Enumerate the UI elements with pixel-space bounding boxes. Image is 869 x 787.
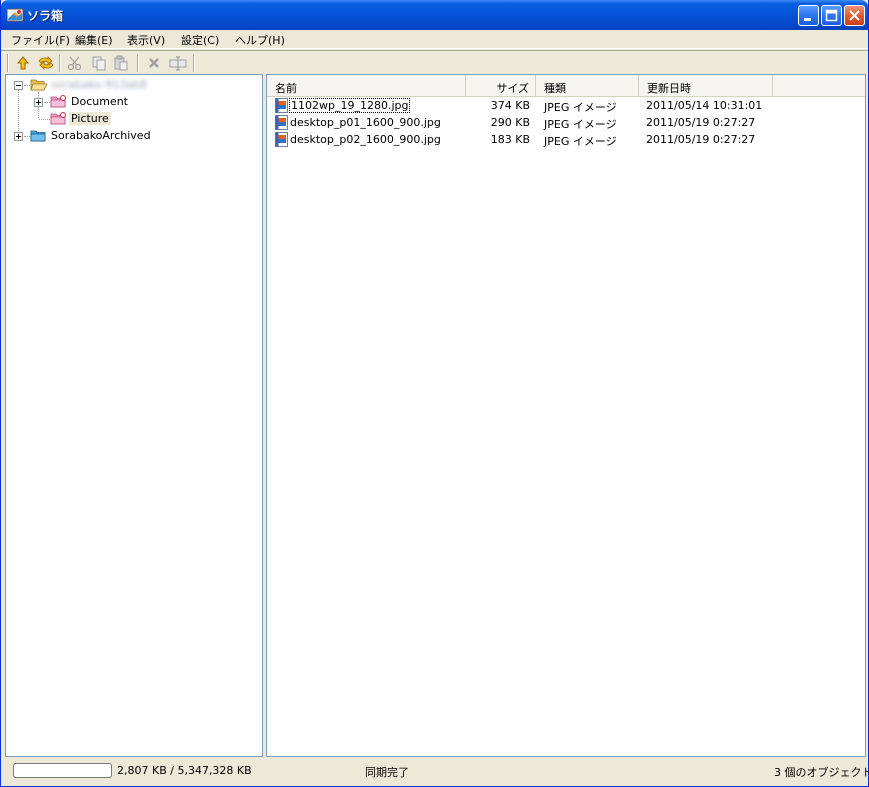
table-row[interactable]: desktop_p01_1600_900.jpg 290 KB JPEG イメー… bbox=[267, 114, 865, 131]
file-size: 290 KB bbox=[490, 116, 530, 129]
tree-connector bbox=[39, 119, 50, 120]
jpeg-file-icon bbox=[275, 132, 289, 147]
table-row[interactable]: 1102wp_19_1280.jpg 374 KB JPEG イメージ 2011… bbox=[267, 97, 865, 114]
open-folder-icon bbox=[30, 78, 48, 95]
toolbar-separator bbox=[137, 54, 139, 72]
rename-icon bbox=[169, 56, 187, 71]
transfer-progress-bar bbox=[13, 763, 112, 778]
paste-button[interactable] bbox=[111, 54, 131, 72]
close-icon bbox=[849, 10, 860, 21]
file-type: JPEG イメージ bbox=[544, 135, 617, 148]
tree-item-root[interactable]: sorabako-913ab8 bbox=[6, 77, 262, 93]
tree-picture-label: Picture bbox=[69, 112, 111, 125]
window-title: ソラ箱 bbox=[27, 9, 64, 23]
close-button[interactable] bbox=[844, 5, 865, 26]
app-window: ソラ箱 ファイル(F) 編集(E) 表示(V) 設定(C) ヘルプ(H) sor… bbox=[0, 0, 869, 787]
menu-help[interactable]: ヘルプ(H) bbox=[232, 32, 288, 48]
file-size: 183 KB bbox=[490, 133, 530, 146]
jpeg-file-icon bbox=[275, 115, 289, 130]
file-type: JPEG イメージ bbox=[544, 118, 617, 131]
cut-button[interactable] bbox=[65, 54, 85, 72]
folder-tree[interactable]: sorabako-913ab8 Document Picture Sorabak… bbox=[5, 74, 263, 757]
column-header-modified[interactable]: 更新日時 bbox=[639, 75, 773, 97]
up-folder-button[interactable] bbox=[13, 54, 33, 72]
object-count: 3 個のオブジェクト bbox=[774, 766, 869, 779]
shared-folder-icon bbox=[50, 112, 68, 129]
cut-icon bbox=[67, 56, 82, 71]
status-bar: 2,807 KB / 5,347,328 KB 同期完了 3 個のオブジェクト bbox=[1, 757, 869, 786]
menu-settings[interactable]: 設定(C) bbox=[178, 32, 222, 48]
toolbar bbox=[1, 50, 868, 74]
file-modified: 2011/05/19 0:27:27 bbox=[646, 116, 756, 129]
file-list[interactable]: 名前 サイズ 種類 更新日時 1102wp_19_1280.jpg 374 KB… bbox=[266, 74, 866, 757]
maximize-icon bbox=[825, 9, 838, 22]
file-name: desktop_p01_1600_900.jpg bbox=[290, 116, 441, 129]
storage-usage: 2,807 KB / 5,347,328 KB bbox=[117, 764, 252, 777]
tree-archived-label: SorabakoArchived bbox=[51, 129, 151, 142]
file-size: 374 KB bbox=[490, 99, 530, 112]
jpeg-file-icon bbox=[275, 98, 289, 113]
file-modified: 2011/05/19 0:27:27 bbox=[646, 133, 756, 146]
menu-view[interactable]: 表示(V) bbox=[124, 32, 168, 48]
file-name: desktop_p02_1600_900.jpg bbox=[290, 133, 441, 146]
file-modified: 2011/05/14 10:31:01 bbox=[646, 99, 763, 112]
app-logo-icon bbox=[6, 7, 24, 23]
sync-icon bbox=[38, 56, 54, 70]
column-header-name[interactable]: 名前 bbox=[267, 75, 466, 97]
toolbar-separator bbox=[59, 54, 61, 72]
tree-root-label: sorabako-913ab8 bbox=[51, 78, 148, 91]
column-header-size[interactable]: サイズ bbox=[466, 75, 536, 97]
shared-folder-icon bbox=[50, 95, 68, 112]
maximize-button[interactable] bbox=[821, 5, 842, 26]
minimize-icon bbox=[804, 18, 811, 21]
rename-button[interactable] bbox=[167, 54, 187, 72]
tree-document-label: Document bbox=[71, 95, 128, 108]
menu-bar: ファイル(F) 編集(E) 表示(V) 設定(C) ヘルプ(H) bbox=[1, 30, 868, 49]
column-header-type[interactable]: 種類 bbox=[536, 75, 639, 97]
toolbar-separator bbox=[193, 54, 195, 72]
file-type: JPEG イメージ bbox=[544, 101, 617, 114]
tree-item-picture[interactable]: Picture bbox=[6, 111, 262, 127]
sync-status: 同期完了 bbox=[365, 766, 409, 779]
file-name: 1102wp_19_1280.jpg bbox=[289, 98, 411, 113]
delete-button[interactable] bbox=[144, 54, 164, 72]
archive-folder-icon bbox=[30, 129, 48, 146]
table-row[interactable]: desktop_p02_1600_900.jpg 183 KB JPEG イメー… bbox=[267, 131, 865, 148]
copy-icon bbox=[92, 56, 106, 71]
up-arrow-icon bbox=[16, 56, 30, 70]
toolbar-grip bbox=[7, 54, 9, 72]
title-bar[interactable]: ソラ箱 bbox=[1, 0, 868, 30]
minimize-button[interactable] bbox=[798, 5, 819, 26]
list-header: 名前 サイズ 種類 更新日時 bbox=[267, 75, 865, 97]
tree-item-archived[interactable]: SorabakoArchived bbox=[6, 128, 262, 144]
menu-edit[interactable]: 編集(E) bbox=[72, 32, 116, 48]
tree-item-document[interactable]: Document bbox=[6, 94, 262, 110]
menu-file[interactable]: ファイル(F) bbox=[8, 32, 73, 48]
copy-button[interactable] bbox=[89, 54, 109, 72]
paste-icon bbox=[114, 55, 128, 71]
expand-toggle[interactable] bbox=[34, 98, 43, 107]
expand-toggle[interactable] bbox=[14, 132, 23, 141]
delete-icon bbox=[149, 58, 159, 68]
sync-button[interactable] bbox=[35, 54, 55, 72]
